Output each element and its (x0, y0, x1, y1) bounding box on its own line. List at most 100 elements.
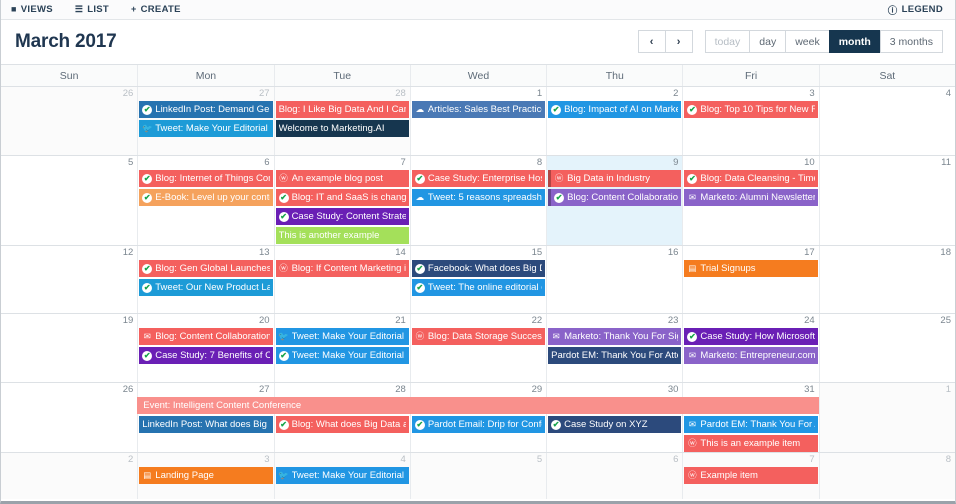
calendar-day-cell[interactable]: 25 (818, 314, 955, 382)
calendar-event[interactable]: ✔ Case Study on XYZ (548, 416, 682, 433)
calendar-event[interactable]: ✔Tweet: Make Your Editorial Cal (275, 347, 409, 364)
calendar-day-cell[interactable]: 4 (818, 87, 955, 155)
view-button-week[interactable]: week (785, 30, 830, 53)
view-button-day[interactable]: day (749, 30, 787, 53)
calendar-day-cell[interactable]: 27 LinkedIn Post: What does Big Data (137, 383, 273, 452)
calendar-event[interactable]: ⓦ Big Data in Industry (548, 170, 682, 187)
calendar-event[interactable]: Blog: I Like Big Data And I Cannot (275, 101, 409, 118)
calendar-day-cell[interactable]: 8✔Case Study: Enterprise Hosting☁Tweet: … (409, 156, 546, 245)
calendar-day-cell[interactable]: 21🐦Tweet: Make Your Editorial Calе✔Tweet… (273, 314, 410, 382)
calendar-event[interactable]: ✔ Blog: Internet of Things Confe (139, 170, 273, 187)
calendar-event[interactable]: This is another example (275, 227, 409, 244)
calendar-event[interactable]: ✔Blog: What does Big Data actu (275, 416, 409, 433)
calendar-day-cell[interactable]: 19 (1, 314, 137, 382)
calendar-event[interactable]: ✔Case Study: 7 Benefits of Cont (139, 347, 273, 364)
calendar-day-cell[interactable]: 29 ✔Pardot Email: Drip for Confere (409, 383, 546, 452)
calendar-day-cell[interactable]: 13✔Blog: Gen Global Launches Ne✔Tweet: O… (137, 246, 273, 313)
view-button-today[interactable]: today (704, 30, 751, 53)
calendar-spanning-event[interactable]: Event: Intelligent Content Conference (137, 397, 819, 414)
view-button-month[interactable]: month (828, 30, 881, 53)
calendar-event[interactable]: ✔Tweet: Our New Product Laun (139, 279, 273, 296)
cloud-icon: ☁ (415, 192, 425, 203)
calendar-day-cell[interactable]: 26 (1, 87, 138, 155)
calendar-event[interactable]: ✔ Case Study: Content Strategy (275, 208, 409, 225)
calendar-day-cell[interactable]: 11 (818, 156, 955, 245)
calendar-day-cell[interactable]: 8 (818, 453, 955, 499)
calendar-event[interactable]: ▤ Landing Page (139, 467, 273, 484)
calendar-event[interactable]: ✉ Marketo: Alumni Newsletter (684, 189, 818, 206)
calendar-event[interactable]: ✔Facebook: What does Big Data (411, 260, 546, 277)
calendar-day-cell[interactable]: 2 (1, 453, 138, 499)
calendar-day-cell[interactable]: 17 ▤ Trial Signups (682, 246, 818, 313)
next-period-button[interactable]: › (664, 30, 693, 53)
calendar-day-cell[interactable]: 22 ⓦBlog: Data Storage Success - Lo (409, 314, 546, 382)
calendar-event[interactable]: 🐦Tweet: Make Your Editorial Calе (275, 328, 409, 345)
calendar-event[interactable]: ✉ Marketo: Thank You For Signing (548, 328, 682, 345)
calendar-day-cell[interactable]: 31✉Pardot EM: Thank You For AtteⓦThis is… (682, 383, 818, 452)
nav-item-list[interactable]: ☰ LIST (75, 4, 109, 15)
calendar-event[interactable]: ✔Case Study: Enterprise Hosting (411, 170, 546, 187)
calendar-day-cell[interactable]: 1 (818, 383, 955, 452)
calendar-day-cell[interactable]: 28 ✔Blog: What does Big Data actu (273, 383, 410, 452)
nav-item-create[interactable]: + CREATE (131, 4, 181, 15)
calendar-event[interactable]: ⓦ Example item (684, 467, 818, 484)
nav-item-legend-label: LEGEND (901, 4, 943, 15)
calendar-event[interactable]: ⓦ This is an example item (684, 435, 818, 452)
calendar-event[interactable]: ✔Blog: IT and SaaS is changing t (275, 189, 409, 206)
calendar-event[interactable]: ✉ Marketo: Entrepreneur.com - B (684, 347, 818, 364)
calendar-event[interactable]: Welcome to Marketing.AI (275, 120, 409, 137)
calendar-day-cell[interactable]: 1 ☁ Articles: Sales Best Practices (409, 87, 546, 155)
previous-period-button[interactable]: ‹ (637, 30, 666, 53)
calendar-event[interactable]: ⓦBlog: If Content Marketing is Ki (275, 260, 409, 277)
calendar-day-cell[interactable]: 15✔Facebook: What does Big Data✔Tweet: T… (409, 246, 546, 313)
calendar-day-cell[interactable]: 5 (1, 156, 137, 245)
calendar-event[interactable]: ✔Case Study: How Microsoft tak (684, 328, 818, 345)
calendar-event[interactable]: LinkedIn Post: What does Big Data (139, 416, 273, 433)
calendar-event[interactable]: ✔Blog: Content Collaboration wi (548, 189, 682, 206)
calendar-day-cell[interactable]: 28 Blog: I Like Big Data And I Cannot Welc… (273, 87, 410, 155)
calendar-event[interactable]: ⓦBlog: Data Storage Success - Lo (411, 328, 546, 345)
calendar-day-cell[interactable]: 7 ⓦ An example blog post ✔ Blog: IT and SaaS… (273, 156, 410, 245)
calendar-day-cell[interactable]: 10 ✔Blog: Data Cleansing - Time fo ✉ Market… (682, 156, 818, 245)
calendar-day-cell[interactable]: 30 ✔ Case Study on XYZ (546, 383, 682, 452)
calendar-event-title: Tweet: Make Your Editorial Calе (291, 331, 406, 342)
calendar-day-cell[interactable]: 2 ✔ Blog: Impact of AI on Marketin (546, 87, 682, 155)
calendar-day-cell[interactable]: 9 ⓦ Big Data in Industry ✔ Blog: Content Col… (546, 156, 683, 245)
calendar-day-cell[interactable]: 6 ✔ Blog: Internet of Things Confe ✔ E-Book:… (137, 156, 273, 245)
calendar-event[interactable]: ✉ Pardot EM: Thank You For Atte (684, 416, 818, 433)
nav-item-legend[interactable]: ⓘ LEGEND (888, 3, 943, 17)
calendar-event[interactable]: ✔ Blog: Impact of AI on Marketin (548, 101, 682, 118)
calendar-day-cell[interactable]: 27✔LinkedIn Post: Demand Gener🐦Tweet: Ma… (137, 87, 274, 155)
calendar-day-cell[interactable]: 4 🐦Tweet: Make Your Editorial Calе (273, 453, 410, 499)
calendar-event[interactable]: ✔E-Book: Level up your content (139, 189, 273, 206)
calendar-day-cell[interactable]: 18 (818, 246, 955, 313)
calendar-event[interactable]: ☁ Articles: Sales Best Practices (411, 101, 546, 118)
view-button-3-months[interactable]: 3 months (879, 30, 943, 53)
nav-item-views[interactable]: ■ VIEWS (11, 4, 53, 15)
calendar-event[interactable]: ⓦ An example blog post (275, 170, 409, 187)
calendar-day-cell[interactable]: 16 (546, 246, 682, 313)
calendar-day-cell[interactable]: 12 (1, 246, 137, 313)
calendar-day-cell[interactable]: 6 (546, 453, 683, 499)
calendar-event[interactable]: ✔Blog: Gen Global Launches Ne (139, 260, 273, 277)
calendar-event[interactable]: ✔Blog: Data Cleansing - Time fo (684, 170, 818, 187)
calendar-event[interactable]: ✉ Blog: Content Collaboration (139, 328, 273, 345)
calendar-day-cell[interactable]: 3 ✔Blog: Top 10 Tips for New Ren (682, 87, 818, 155)
calendar-day-cell[interactable]: 7 ⓦ Example item (682, 453, 819, 499)
calendar-day-cell[interactable]: 3 ▤ Landing Page (137, 453, 274, 499)
calendar-day-cell[interactable]: 5 (409, 453, 547, 499)
calendar-day-cell[interactable]: 20 ✉ Blog: Content Collaboration ✔ Case Stud… (137, 314, 273, 382)
calendar-day-cell[interactable]: 26 (1, 383, 137, 452)
calendar-event[interactable]: ☁Tweet: 5 reasons spreadsheet (411, 189, 546, 206)
calendar-event[interactable]: ✔LinkedIn Post: Demand Gener (139, 101, 273, 118)
calendar-event[interactable]: ✔Blog: Top 10 Tips for New Ren (684, 101, 818, 118)
calendar-event[interactable]: Pardot EM: Thank You For Attendi (548, 347, 682, 364)
calendar-event[interactable]: 🐦Tweet: Make Your Editorial Calе (139, 120, 273, 137)
calendar-event[interactable]: ✔Pardot Email: Drip for Confere (411, 416, 546, 433)
calendar-day-cell[interactable]: 24 ✔Case Study: How Microsoft tak ✉ Marketo… (682, 314, 818, 382)
calendar-event[interactable]: ✔ Tweet: The online editorial cal (411, 279, 546, 296)
calendar-event[interactable]: 🐦Tweet: Make Your Editorial Calе (275, 467, 409, 484)
calendar-day-cell[interactable]: 23 ✉ Marketo: Thank You For Signing Pardot … (546, 314, 682, 382)
calendar-day-cell[interactable]: 14 ⓦBlog: If Content Marketing is Ki (273, 246, 410, 313)
calendar-event[interactable]: ▤ Trial Signups (684, 260, 818, 277)
